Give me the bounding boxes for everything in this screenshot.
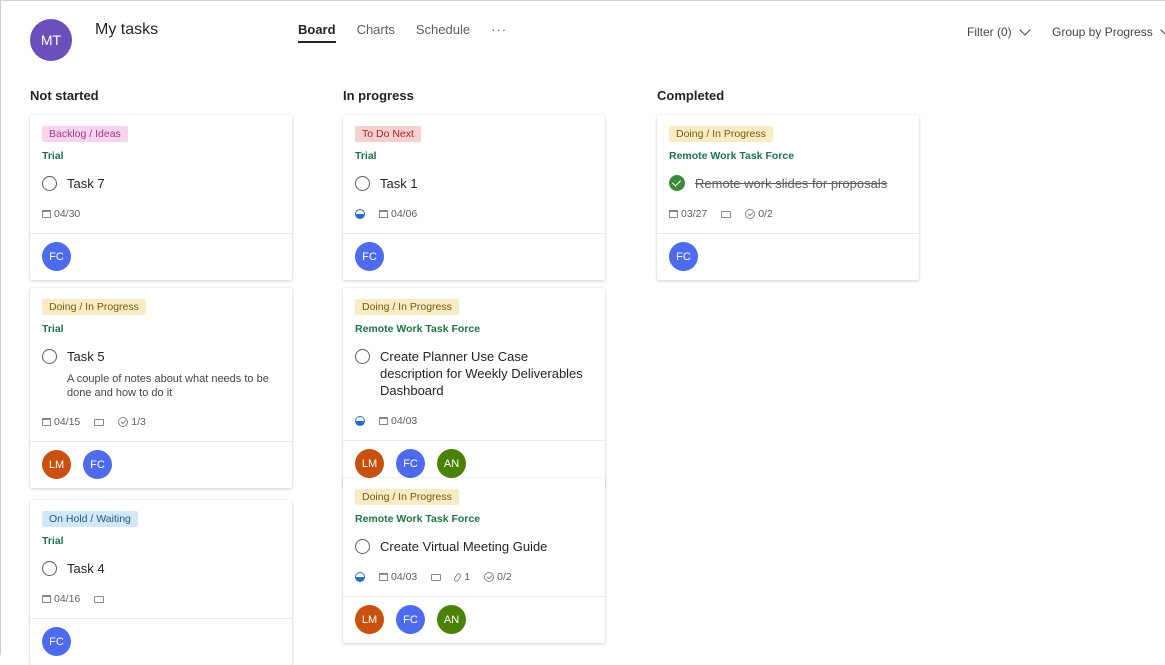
avatar[interactable]: FC xyxy=(669,242,698,271)
due-date: 04/30 xyxy=(54,208,81,220)
group-by-button[interactable]: Group by Progress xyxy=(1052,24,1165,39)
complete-task-checkbox[interactable] xyxy=(355,349,370,364)
bucket-name: Trial xyxy=(42,323,64,335)
in-progress-icon xyxy=(355,572,365,582)
task-card[interactable]: To Do Next Trial Task 1 04/06 FC xyxy=(343,115,605,280)
task-card[interactable]: On Hold / Waiting Trial Task 4 04/16 FC xyxy=(30,500,292,665)
avatar[interactable]: FC xyxy=(355,242,384,271)
task-label: Doing / In Progress xyxy=(355,299,459,315)
avatar[interactable]: FC xyxy=(42,242,71,271)
task-card[interactable]: Doing / In Progress Trial Task 5 A coupl… xyxy=(30,288,292,488)
task-title: Task 7 xyxy=(67,176,105,191)
due-date: 04/16 xyxy=(54,593,81,605)
column-title-in-progress: In progress xyxy=(343,88,414,103)
bucket-name: Remote Work Task Force xyxy=(355,513,481,525)
complete-task-checkbox[interactable] xyxy=(355,539,370,554)
avatar[interactable]: AN xyxy=(437,605,466,634)
column-title-not-started: Not started xyxy=(30,88,99,103)
avatar[interactable]: AN xyxy=(437,449,466,478)
calendar-icon xyxy=(42,418,51,426)
filter-button[interactable]: Filter (0) xyxy=(967,24,1031,39)
attachment-count: 1 xyxy=(464,571,471,583)
task-title: Task 5 xyxy=(67,349,105,364)
tab-schedule[interactable]: Schedule xyxy=(416,22,470,43)
view-tabs: Board Charts Schedule ··· xyxy=(298,22,507,43)
more-views-button[interactable]: ··· xyxy=(491,22,507,43)
task-card[interactable]: Doing / In Progress Remote Work Task For… xyxy=(657,115,919,280)
in-progress-icon xyxy=(355,209,365,219)
task-title: Task 1 xyxy=(380,176,418,191)
avatar[interactable]: FC xyxy=(396,449,425,478)
task-title: Remote work slides for proposals xyxy=(695,176,888,191)
tab-charts[interactable]: Charts xyxy=(357,22,395,43)
task-label: Doing / In Progress xyxy=(355,489,459,505)
checklist-icon xyxy=(745,209,756,219)
calendar-icon xyxy=(42,595,51,603)
avatar[interactable]: FC xyxy=(42,627,71,656)
completed-check-icon[interactable] xyxy=(669,175,685,191)
task-card[interactable]: Backlog / Ideas Trial Task 7 04/30 FC xyxy=(30,115,292,280)
complete-task-checkbox[interactable] xyxy=(42,176,57,191)
due-date: 03/27 xyxy=(681,208,708,220)
page-title: My tasks xyxy=(95,21,159,38)
bucket-name: Trial xyxy=(42,535,64,547)
bucket-name: Remote Work Task Force xyxy=(355,323,481,335)
complete-task-checkbox[interactable] xyxy=(42,349,57,364)
chevron-down-icon xyxy=(1160,24,1165,36)
chevron-down-icon xyxy=(1019,24,1031,36)
avatar[interactable]: FC xyxy=(83,450,112,479)
group-by-label: Group by Progress xyxy=(1052,25,1153,39)
task-title: Create Virtual Meeting Guide xyxy=(380,539,548,554)
plan-avatar: MT xyxy=(30,19,72,61)
task-label: Doing / In Progress xyxy=(669,126,773,142)
window-left-border xyxy=(0,0,1,655)
bucket-name: Trial xyxy=(355,150,377,162)
bucket-name: Trial xyxy=(42,150,64,162)
comment-icon xyxy=(94,595,105,603)
checklist-icon xyxy=(484,572,495,582)
due-date: 04/03 xyxy=(391,571,418,583)
calendar-icon xyxy=(379,573,388,581)
filter-label: Filter (0) xyxy=(967,25,1012,39)
avatar[interactable]: LM xyxy=(355,605,384,634)
task-card[interactable]: Doing / In Progress Remote Work Task For… xyxy=(343,288,605,487)
checklist-count: 1/3 xyxy=(131,416,146,428)
calendar-icon xyxy=(42,210,51,218)
column-title-completed: Completed xyxy=(657,88,725,103)
tab-board[interactable]: Board xyxy=(298,22,336,43)
due-date: 04/06 xyxy=(391,208,418,220)
task-label: Doing / In Progress xyxy=(42,299,146,315)
calendar-icon xyxy=(379,210,388,218)
task-label: On Hold / Waiting xyxy=(42,511,138,527)
calendar-icon xyxy=(379,417,388,425)
task-label: To Do Next xyxy=(355,126,421,142)
checklist-count: 0/2 xyxy=(758,208,773,220)
avatar[interactable]: LM xyxy=(355,449,384,478)
task-title: Task 4 xyxy=(67,561,105,576)
avatar[interactable]: LM xyxy=(42,450,71,479)
complete-task-checkbox[interactable] xyxy=(42,561,57,576)
calendar-icon xyxy=(669,210,678,218)
task-card[interactable]: Doing / In Progress Remote Work Task For… xyxy=(343,478,605,643)
task-notes: A couple of notes about what needs to be… xyxy=(67,373,269,399)
checklist-icon xyxy=(118,417,129,427)
task-title: Create Planner Use Case description for … xyxy=(380,349,583,398)
comment-icon xyxy=(94,418,105,426)
checklist-count: 0/2 xyxy=(497,571,512,583)
comment-icon xyxy=(431,573,442,581)
due-date: 04/15 xyxy=(54,416,81,428)
avatar[interactable]: FC xyxy=(396,605,425,634)
task-label: Backlog / Ideas xyxy=(42,126,128,142)
window-top-border xyxy=(0,0,1165,1)
in-progress-icon xyxy=(355,416,365,426)
attachment-icon xyxy=(453,571,463,583)
comment-icon xyxy=(721,210,732,218)
bucket-name: Remote Work Task Force xyxy=(669,150,795,162)
complete-task-checkbox[interactable] xyxy=(355,176,370,191)
due-date: 04/03 xyxy=(391,415,418,427)
